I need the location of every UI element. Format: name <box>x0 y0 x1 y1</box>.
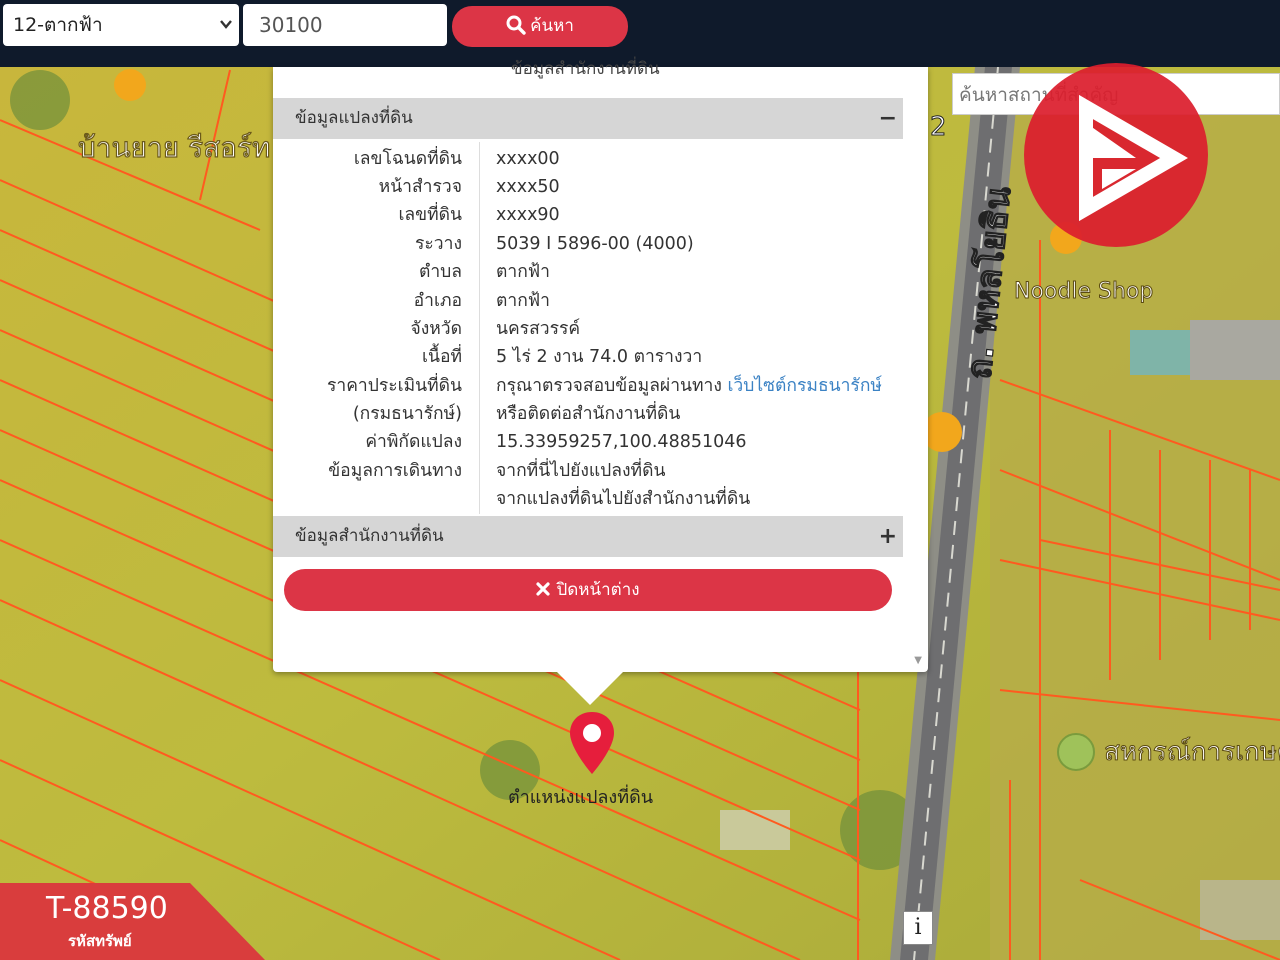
table-divider <box>479 142 480 514</box>
land-section-title: ข้อมูลแปลงที่ดิน <box>295 108 413 128</box>
info-row-deed: เลขโฉนดที่ดิน xxxx00 <box>273 145 903 173</box>
info-row-sheet: ระวาง 5039 I 5896-00 (4000) <box>273 230 903 258</box>
info-label: (กรมธนารักษ์) <box>352 404 462 424</box>
price-text: กรุณาตรวจสอบข้อมูลผ่านทาง <box>496 376 728 396</box>
info-label: เนื้อที่ <box>422 347 462 367</box>
chevron-down-icon <box>219 4 233 62</box>
road-number-label: 2 <box>930 112 947 142</box>
search-button[interactable]: ค้นหา <box>452 6 628 47</box>
coordinates-link[interactable]: 15.33959257,100.48851046 <box>496 428 747 456</box>
info-icon[interactable]: i <box>903 911 933 945</box>
directions-to-office-link[interactable]: จากแปลงที่ดินไปยังสำนักงานที่ดิน <box>496 485 750 513</box>
close-icon <box>536 582 551 596</box>
info-value: หรือติดต่อสำนักงานที่ดิน <box>496 404 681 424</box>
info-label: อำเภอ <box>413 291 462 311</box>
brand-logo-icon <box>1024 63 1208 247</box>
info-label: ข้อมูลการเดินทาง <box>328 461 462 481</box>
property-code-badge: T-88590 รหัสทรัพย์ <box>0 883 265 960</box>
land-section-header[interactable]: ข้อมูลแปลงที่ดิน − <box>273 98 903 139</box>
property-code: T-88590 <box>46 891 168 926</box>
info-row-price-2: (กรมธนารักษ์) หรือติดต่อสำนักงานที่ดิน <box>273 400 903 428</box>
close-window-label: ปิดหน้าต่าง <box>556 580 640 600</box>
expand-icon[interactable]: + <box>879 516 897 557</box>
province-select[interactable]: 12-ตากฟ้า <box>3 4 239 46</box>
directions-to-parcel-link[interactable]: จากที่นี่ไปยังแปลงที่ดิน <box>496 457 665 485</box>
info-row-travel: ข้อมูลการเดินทาง จากที่นี่ไปยังแปลงที่ดิ… <box>273 457 903 485</box>
info-value: 5039 I 5896-00 (4000) <box>496 234 694 254</box>
office-section-header[interactable]: ข้อมูลสำนักงานที่ดิน + <box>273 516 903 557</box>
info-row-travel-2: จากแปลงที่ดินไปยังสำนักงานที่ดิน <box>273 485 903 513</box>
info-row-price: ราคาประเมินที่ดิน กรุณาตรวจสอบข้อมูลผ่าน… <box>273 372 903 400</box>
info-label: เลขโฉนดที่ดิน <box>353 149 462 169</box>
info-value: กรุณาตรวจสอบข้อมูลผ่านทาง เว็บไซต์กรมธนา… <box>496 372 882 400</box>
info-label: ระวาง <box>415 234 462 254</box>
info-label: หน้าสำรวจ <box>378 177 462 197</box>
info-row-land-number: เลขที่ดิน xxxx90 <box>273 201 903 229</box>
info-label: ราคาประเมินที่ดิน <box>326 376 462 396</box>
info-row-coordinates: ค่าพิกัดแปลง 15.33959257,100.48851046 <box>273 428 903 456</box>
info-label: จังหวัด <box>410 319 462 339</box>
info-value: xxxx50 <box>496 177 560 197</box>
info-row-area: เนื้อที่ 5 ไร่ 2 งาน 74.0 ตารางวา <box>273 343 903 371</box>
close-window-button[interactable]: ปิดหน้าต่าง <box>284 569 892 611</box>
popup-cut-heading: ข้อมูลสำนักงานที่ดิน <box>511 59 660 79</box>
search-button-label: ค้นหา <box>530 16 574 36</box>
info-row-province: จังหวัด นครสวรรค์ <box>273 315 903 343</box>
postal-code-input[interactable]: 30100 <box>243 4 447 46</box>
info-value: นครสวรรค์ <box>496 319 581 339</box>
info-row-survey: หน้าสำรวจ xxxx50 <box>273 173 903 201</box>
province-select-value: 12-ตากฟ้า <box>13 14 103 36</box>
info-label: ค่าพิกัดแปลง <box>365 432 462 452</box>
info-value: ตากฟ้า <box>496 291 551 311</box>
shop-label: Noodle Shop <box>1014 279 1153 304</box>
scroll-down-icon[interactable]: ▼ <box>914 655 922 666</box>
map-marker-icon[interactable] <box>567 710 617 782</box>
info-row-subdistrict: ตำบล ตากฟ้า <box>273 258 903 286</box>
search-icon <box>506 15 526 35</box>
info-value: ตากฟ้า <box>496 262 551 282</box>
coop-label: สหกรณ์การเกษตร ตากฟ้า พัฒนา <box>1104 737 1280 767</box>
office-section-title: ข้อมูลสำนักงานที่ดิน <box>295 526 444 546</box>
property-code-caption: รหัสทรัพย์ <box>68 932 132 950</box>
info-label: เลขที่ดิน <box>398 205 462 225</box>
collapse-icon[interactable]: − <box>879 98 897 139</box>
info-row-district: อำเภอ ตากฟ้า <box>273 287 903 315</box>
marker-label: ตำแหน่งแปลงที่ดิน <box>508 787 654 808</box>
info-label: ตำบล <box>418 262 462 282</box>
info-value: 5 ไร่ 2 งาน 74.0 ตารางวา <box>496 347 703 367</box>
info-value: xxxx00 <box>496 149 560 169</box>
info-value: xxxx90 <box>496 205 560 225</box>
popup-pointer <box>556 671 624 705</box>
treasury-website-link[interactable]: เว็บไซต์กรมธนารักษ์ <box>727 376 882 396</box>
